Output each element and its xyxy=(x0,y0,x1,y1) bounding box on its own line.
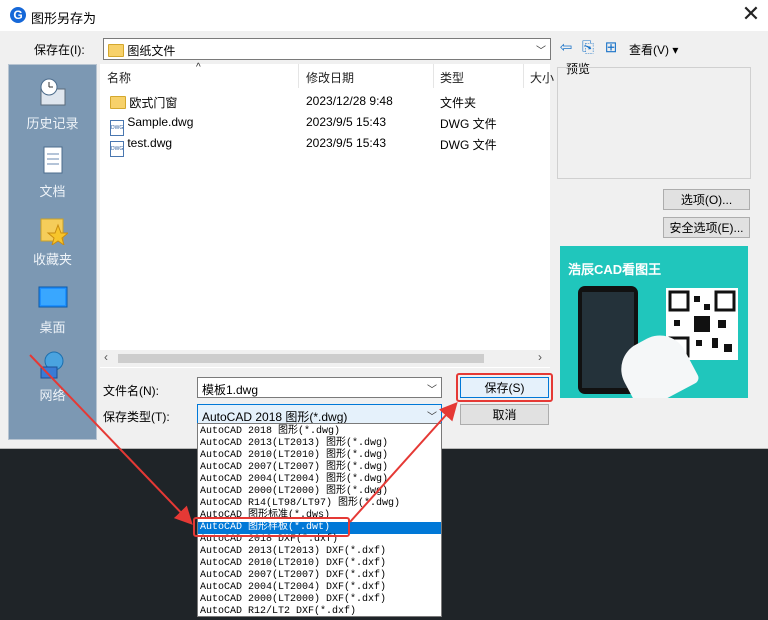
file-type: DWG 文件 xyxy=(440,138,497,152)
chevron-down-icon: ﹀ xyxy=(536,46,546,57)
filetype-option[interactable]: AutoCAD 2013(LT2013) DXF(*.dxf) xyxy=(198,546,441,558)
place-label: 文档 xyxy=(39,184,66,199)
scroll-left-icon[interactable]: ‹ xyxy=(104,350,108,364)
options-button[interactable]: 选项(O)... xyxy=(663,189,750,210)
folder-icon xyxy=(110,96,126,109)
title-bar: G 图形另存为 ✕ xyxy=(0,0,768,31)
column-date[interactable]: 修改日期 xyxy=(306,69,354,86)
ad-brand: 浩辰CAD看图王 xyxy=(568,262,662,277)
file-type: 文件夹 xyxy=(440,96,477,110)
filename-label: 文件名(N): xyxy=(103,384,159,398)
new-folder-icon[interactable]: ⊞ xyxy=(603,40,619,56)
cancel-button[interactable]: 取消 xyxy=(460,404,549,425)
history-icon xyxy=(40,78,65,106)
file-type: DWG 文件 xyxy=(440,117,497,131)
place-label: 桌面 xyxy=(39,320,66,335)
filename-value: 模板1.dwg xyxy=(202,383,259,397)
filetype-label: 保存类型(T): xyxy=(103,410,170,424)
filetype-select[interactable]: AutoCAD 2018 图形(*.dwg) ﹀ xyxy=(197,404,442,425)
filetype-option[interactable]: AutoCAD 2013(LT2013) 图形(*.dwg) xyxy=(198,438,441,450)
file-name: 欧式门窗 xyxy=(129,96,178,110)
close-button[interactable]: ✕ xyxy=(736,1,766,29)
place-favorites[interactable]: 收藏夹 xyxy=(9,213,96,268)
desktop-icon xyxy=(38,286,67,308)
dwt-option-highlight xyxy=(193,517,350,537)
save-in-combo[interactable]: 图纸文件 ﹀ xyxy=(103,38,551,60)
place-documents[interactable]: 文档 xyxy=(9,145,96,200)
place-label: 收藏夹 xyxy=(32,252,72,267)
file-name: test.dwg xyxy=(127,136,173,150)
sort-ascending-icon: ^ xyxy=(196,62,201,73)
place-label: 网络 xyxy=(39,388,66,403)
ad-banner[interactable]: 浩辰CAD看图王 xyxy=(560,246,748,398)
folder-icon xyxy=(108,44,124,57)
save-button-highlight xyxy=(456,373,553,402)
column-name[interactable]: 名称 xyxy=(107,69,131,86)
scrollbar-thumb[interactable] xyxy=(118,354,484,363)
chevron-down-icon[interactable]: ﹀ xyxy=(427,381,437,396)
network-icon xyxy=(40,351,63,379)
preview-box xyxy=(557,67,751,179)
filetype-option[interactable]: AutoCAD 2004(LT2004) DXF(*.dxf) xyxy=(198,582,441,594)
filetype-option[interactable]: AutoCAD 2010(LT2010) DXF(*.dxf) xyxy=(198,558,441,570)
column-size[interactable]: 大小 xyxy=(530,69,554,86)
filetype-option[interactable]: AutoCAD 2000(LT2000) 图形(*.dwg) xyxy=(198,486,441,498)
dwg-file-icon: DWG xyxy=(110,141,124,157)
filetype-option[interactable]: AutoCAD R12/LT2 DXF(*.dxf) xyxy=(198,606,441,618)
security-options-button[interactable]: 安全选项(E)... xyxy=(663,217,750,238)
view-menu[interactable]: 查看(V) ▾ xyxy=(629,41,678,58)
column-divider[interactable] xyxy=(523,64,524,88)
file-list: 名称 ^ 修改日期 类型 大小 欧式门窗 2023/12/28 9:48 文件夹… xyxy=(100,62,554,368)
place-history[interactable]: 历史记录 xyxy=(9,77,96,132)
save-in-label: 保存在(I): xyxy=(34,43,85,57)
favorites-icon xyxy=(40,218,68,245)
chevron-down-icon[interactable]: ﹀ xyxy=(427,408,437,423)
documents-icon xyxy=(43,146,62,174)
filetype-option[interactable]: AutoCAD 2018 图形(*.dwg) xyxy=(198,426,441,438)
filetype-option[interactable]: AutoCAD 2000(LT2000) DXF(*.dxf) xyxy=(198,594,441,606)
place-label: 历史记录 xyxy=(26,116,79,131)
filetype-option[interactable]: AutoCAD 2007(LT2007) 图形(*.dwg) xyxy=(198,462,441,474)
back-icon[interactable]: ⇦ xyxy=(558,40,574,56)
file-date: 2023/9/5 15:43 xyxy=(306,136,387,150)
horizontal-scrollbar[interactable]: ‹ › xyxy=(100,350,550,367)
column-divider[interactable] xyxy=(433,64,434,88)
save-in-value: 图纸文件 xyxy=(127,44,176,58)
file-date: 2023/12/28 9:48 xyxy=(306,94,393,108)
save-as-dialog: G 图形另存为 ✕ 保存在(I): 图纸文件 ﹀ ⇦ ⎘ ⊞ 查看(V) ▾ 历… xyxy=(0,0,768,449)
filetype-option[interactable]: AutoCAD 2007(LT2007) DXF(*.dxf) xyxy=(198,570,441,582)
scroll-right-icon[interactable]: › xyxy=(538,350,542,364)
app-logo-icon: G xyxy=(10,7,26,23)
file-name: Sample.dwg xyxy=(127,115,194,129)
up-folder-icon[interactable]: ⎘ xyxy=(580,40,596,56)
filetype-option[interactable]: AutoCAD 2004(LT2004) 图形(*.dwg) xyxy=(198,474,441,486)
file-row[interactable]: DWG test.dwg 2023/9/5 15:43 DWG 文件 xyxy=(100,133,550,157)
file-date: 2023/9/5 15:43 xyxy=(306,115,387,129)
file-row[interactable]: DWG Sample.dwg 2023/9/5 15:43 DWG 文件 xyxy=(100,112,550,136)
filetype-option[interactable]: AutoCAD 2010(LT2010) 图形(*.dwg) xyxy=(198,450,441,462)
file-row[interactable]: 欧式门窗 2023/12/28 9:48 文件夹 xyxy=(100,91,550,111)
dialog-title: 图形另存为 xyxy=(31,11,97,26)
place-network[interactable]: 网络 xyxy=(9,349,96,404)
place-desktop[interactable]: 桌面 xyxy=(9,281,96,336)
filename-input[interactable]: 模板1.dwg ﹀ xyxy=(197,377,442,398)
places-bar: 历史记录 文档 收藏夹 桌面 网络 xyxy=(8,64,97,440)
filetype-option[interactable]: AutoCAD R14(LT98/LT97) 图形(*.dwg) xyxy=(198,498,441,510)
column-type[interactable]: 类型 xyxy=(440,69,464,86)
column-divider[interactable] xyxy=(298,64,299,88)
